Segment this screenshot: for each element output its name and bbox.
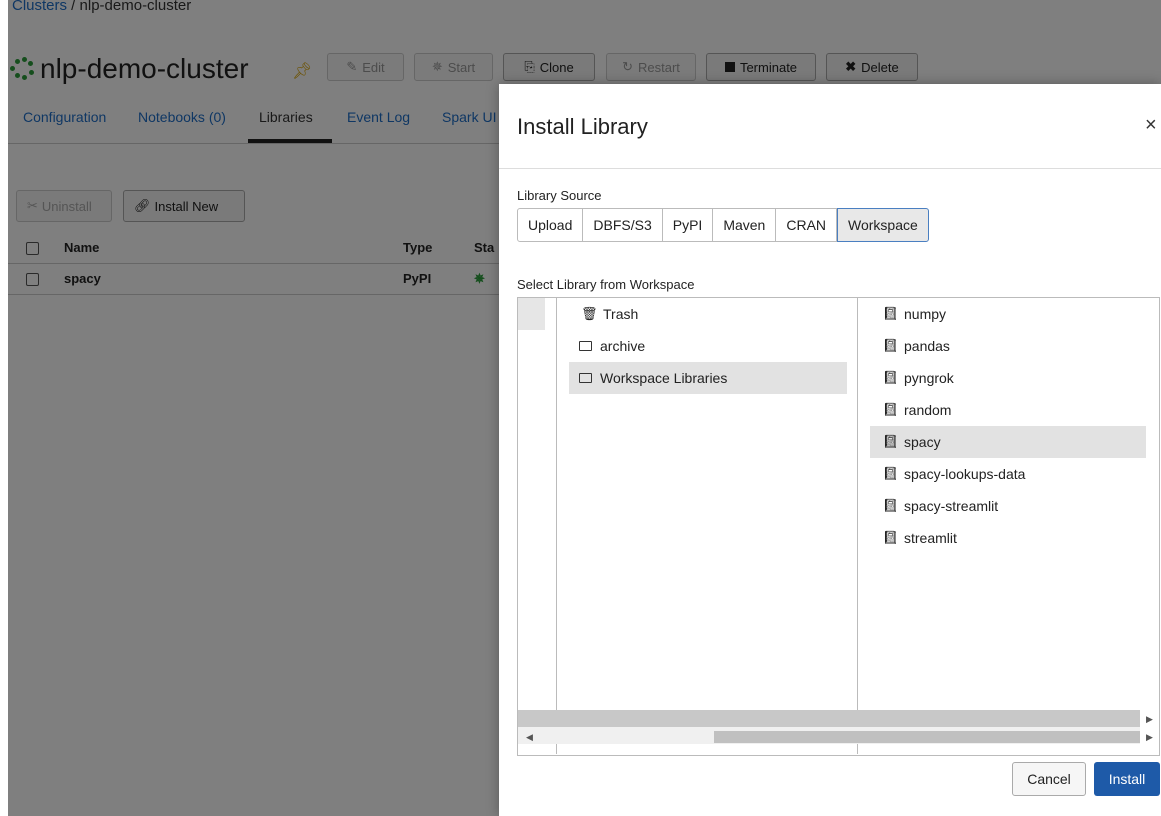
book-icon: 📓︎ xyxy=(882,498,899,513)
dialog-header: Install Library × xyxy=(499,84,1161,169)
scroll-left-arrow-icon[interactable]: ◀ xyxy=(526,732,533,743)
source-pypi[interactable]: PyPI xyxy=(662,208,714,242)
library-source-label: Library Source xyxy=(517,188,602,203)
install-library-dialog: Install Library × Library Source Upload … xyxy=(499,84,1161,816)
library-label: numpy xyxy=(904,306,947,322)
source-maven[interactable]: Maven xyxy=(713,208,777,242)
book-icon: 📓︎ xyxy=(882,466,899,481)
book-icon: 📓︎ xyxy=(882,434,899,449)
library-label: pyngrok xyxy=(904,370,954,386)
library-label: spacy-streamlit xyxy=(904,498,999,514)
folder-label: Workspace Libraries xyxy=(600,370,728,386)
book-icon: 📓︎ xyxy=(882,402,899,417)
library-item-streamlit[interactable]: 📓︎ streamlit xyxy=(870,522,1146,554)
folder-label: Trash xyxy=(603,306,639,322)
source-upload[interactable]: Upload xyxy=(517,208,584,242)
folder-icon xyxy=(579,373,592,383)
library-label: spacy-lookups-data xyxy=(904,466,1026,482)
library-item-pandas[interactable]: 📓︎ pandas xyxy=(870,330,1146,362)
library-item-spacy-streamlit[interactable]: 📓︎ spacy-streamlit xyxy=(870,490,1146,522)
folder-icon xyxy=(579,341,592,351)
scroll-right-arrow-icon[interactable]: ▶ xyxy=(1146,714,1153,725)
library-item-spacy[interactable]: 📓︎ spacy xyxy=(870,426,1146,458)
horizontal-scrollbar-inner[interactable] xyxy=(518,710,1140,727)
library-source-group: Upload DBFS/S3 PyPI Maven CRAN Workspace xyxy=(517,208,929,242)
scroll-right-arrow-icon[interactable]: ▶ xyxy=(1146,732,1153,743)
root-selection[interactable] xyxy=(518,298,545,330)
library-item-pyngrok[interactable]: 📓︎ pyngrok xyxy=(870,362,1146,394)
workspace-browser: 🗑︎ Trash archive Workspace Libraries 📓︎ nu… xyxy=(517,297,1160,756)
book-icon: 📓︎ xyxy=(882,338,899,353)
browser-column-libraries: 📓︎ numpy 📓︎ pandas 📓︎ pyngrok 📓︎ random 📓︎ sp… xyxy=(858,298,1158,754)
source-dbfs-s3[interactable]: DBFS/S3 xyxy=(583,208,663,242)
browser-column-folders: 🗑︎ Trash archive Workspace Libraries xyxy=(557,298,858,754)
book-icon: 📓︎ xyxy=(882,306,899,321)
library-label: pandas xyxy=(904,338,950,354)
trash-icon: 🗑︎ xyxy=(581,306,598,321)
book-icon: 📓︎ xyxy=(882,530,899,545)
source-cran[interactable]: CRAN xyxy=(776,208,838,242)
library-item-numpy[interactable]: 📓︎ numpy xyxy=(870,298,1146,330)
folder-item-archive[interactable]: archive xyxy=(569,330,847,362)
library-label: random xyxy=(904,402,952,418)
library-item-spacy-lookups-data[interactable]: 📓︎ spacy-lookups-data xyxy=(870,458,1146,490)
folder-label: archive xyxy=(600,338,646,354)
library-label: spacy xyxy=(904,434,941,450)
scrollbar-thumb[interactable] xyxy=(714,731,1140,743)
book-icon: 📓︎ xyxy=(882,370,899,385)
folder-item-workspace-libraries[interactable]: Workspace Libraries xyxy=(569,362,847,394)
source-workspace[interactable]: Workspace xyxy=(837,208,929,242)
cancel-button[interactable]: Cancel xyxy=(1012,762,1086,796)
workspace-browser-label: Select Library from Workspace xyxy=(517,277,695,292)
browser-column-root xyxy=(518,298,557,754)
library-item-random[interactable]: 📓︎ random xyxy=(870,394,1146,426)
dialog-title: Install Library xyxy=(517,114,648,139)
close-icon[interactable]: × xyxy=(1145,114,1157,137)
library-label: streamlit xyxy=(904,530,957,546)
install-button[interactable]: Install xyxy=(1094,762,1160,796)
folder-item-trash[interactable]: 🗑︎ Trash xyxy=(569,298,847,330)
